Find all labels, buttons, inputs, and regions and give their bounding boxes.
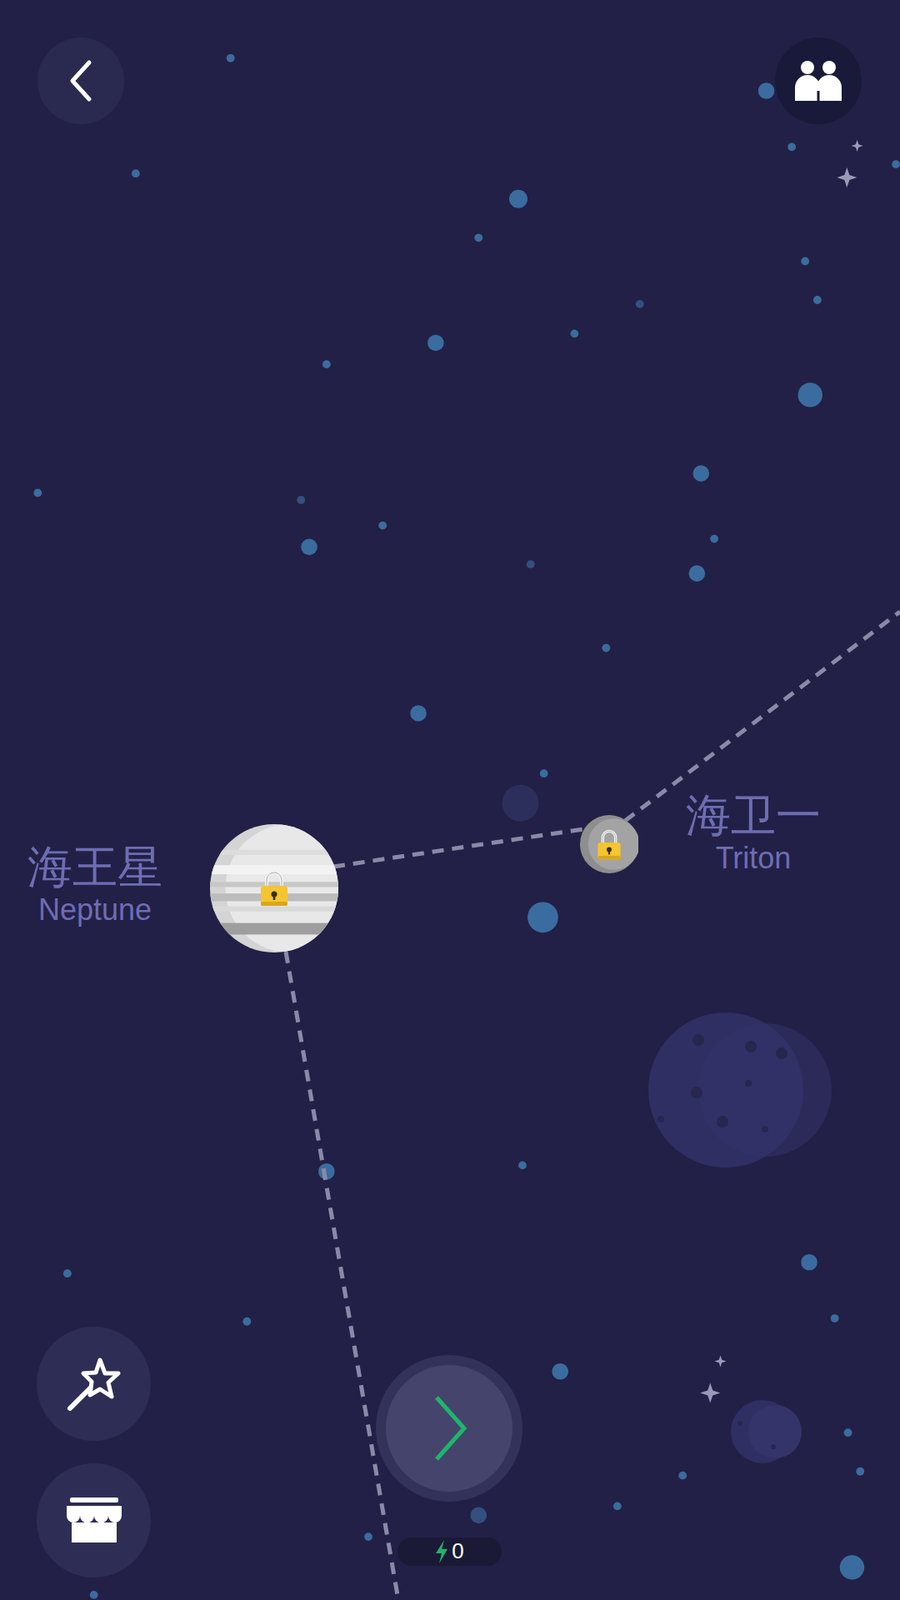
star-dot — [613, 1501, 622, 1510]
star-dot — [322, 360, 331, 369]
level-map: 海王星Neptune 海卫一Triton 0 — [0, 0, 900, 1600]
star-dot — [635, 300, 645, 309]
star-dot — [526, 560, 535, 569]
play-button[interactable] — [375, 1355, 523, 1502]
star-dot — [891, 160, 900, 169]
star-dot — [601, 644, 610, 653]
star-dot — [33, 489, 42, 498]
star-dot — [798, 382, 823, 407]
sparkle-icon — [714, 1355, 726, 1367]
star-dot — [692, 465, 710, 482]
star-dot — [540, 769, 549, 778]
star-dot — [800, 1254, 818, 1271]
level-node[interactable] — [210, 824, 339, 953]
level-name: 海王星 — [27, 842, 163, 892]
star-dot — [296, 495, 305, 505]
energy-counter: 0 — [397, 1537, 502, 1566]
crater-moon-icon — [648, 1012, 832, 1168]
sparkle-icon — [851, 140, 864, 152]
sparkle-icon — [836, 167, 857, 188]
people-icon — [793, 59, 844, 103]
friends-button[interactable] — [775, 37, 862, 125]
star-dot — [800, 257, 810, 266]
star-dot — [131, 169, 140, 178]
star-dot — [474, 233, 483, 242]
star-dot — [427, 335, 445, 352]
star-dot — [90, 1590, 99, 1600]
star-dot — [678, 1471, 687, 1480]
lightning-icon — [435, 1540, 449, 1564]
star-dot — [787, 142, 796, 151]
star-dot — [242, 1317, 251, 1326]
level-subtitle: Triton — [715, 840, 792, 876]
star-dot — [501, 785, 539, 822]
star-dot — [844, 1428, 853, 1437]
lock-icon — [257, 868, 291, 909]
magic-wand-icon — [63, 1353, 125, 1415]
lock-icon — [595, 827, 624, 862]
star-dot — [300, 539, 318, 556]
star-dot — [226, 54, 235, 63]
star-dot — [710, 535, 719, 544]
star-dot — [551, 1363, 569, 1380]
sparkle-icon — [700, 1382, 720, 1403]
star-dot — [813, 295, 822, 305]
star-dot — [758, 82, 775, 100]
level-subtitle: Neptune — [38, 891, 152, 928]
star-dot — [527, 901, 559, 933]
star-dot — [570, 330, 579, 339]
star-dot — [830, 1314, 840, 1323]
shop-button[interactable] — [36, 1463, 151, 1578]
level-label: 海王星Neptune — [27, 842, 163, 929]
path-lines — [285, 611, 900, 1600]
star-dot — [518, 1160, 527, 1170]
energy-value: 0 — [451, 1538, 464, 1565]
star-dot — [364, 1532, 373, 1541]
chevron-right-icon — [424, 1390, 475, 1466]
star-dot — [509, 190, 528, 209]
level-node[interactable] — [580, 815, 639, 874]
play-button-face — [385, 1365, 513, 1492]
magic-wand-button[interactable] — [36, 1326, 151, 1441]
star-dot — [470, 1507, 487, 1525]
shop-icon — [65, 1495, 124, 1546]
chevron-left-icon — [64, 55, 98, 106]
star-dot — [855, 1467, 865, 1476]
back-button[interactable] — [37, 37, 125, 125]
star-dot — [378, 521, 387, 530]
small-moon-icon — [730, 1400, 802, 1464]
star-dot — [410, 705, 427, 722]
level-label: 海卫一Triton — [685, 790, 821, 877]
level-name: 海卫一 — [685, 790, 821, 840]
star-dot — [63, 1269, 72, 1278]
star-dot — [840, 1555, 865, 1580]
star-dot — [689, 565, 706, 582]
